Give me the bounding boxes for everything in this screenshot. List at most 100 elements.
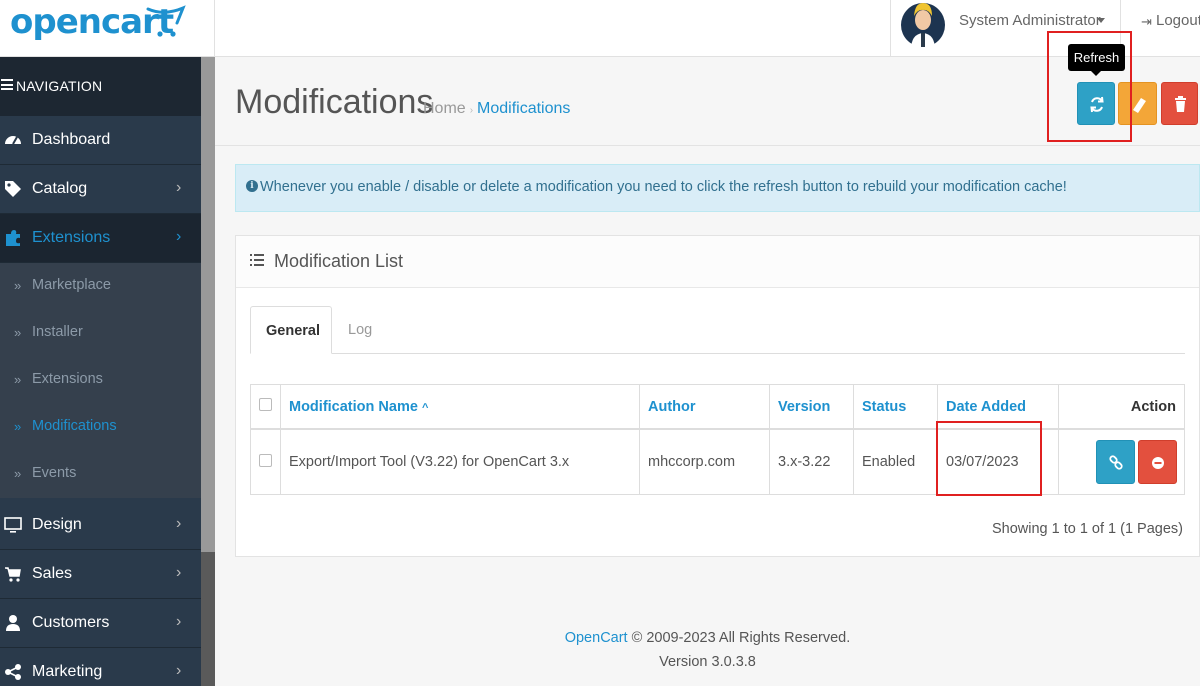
sidebar-subitem-installer[interactable]: » Installer [0, 310, 201, 357]
sidebar-item-label: Catalog [32, 180, 88, 197]
table-cell-version: 3.x-3.22 [770, 430, 854, 494]
sidebar-item-design[interactable]: Design › [0, 501, 201, 550]
sidebar-subitem-label: Installer [32, 324, 83, 340]
page-header: Modifications Home › Modifications Refre… [215, 31, 1200, 146]
bars-icon [1, 79, 13, 90]
sidebar-item-dashboard[interactable]: Dashboard [0, 116, 201, 165]
table-cell-status: Enabled [854, 430, 938, 494]
table-header-name[interactable]: Modification Name ^ [281, 385, 640, 430]
user-icon [6, 615, 20, 631]
link-icon [1109, 455, 1123, 470]
footer: OpenCart © 2009-2023 All Rights Reserved… [215, 630, 1200, 646]
sidebar-subitem-events[interactable]: » Events [0, 451, 201, 498]
chevron-right-icon: › [176, 564, 182, 581]
sidebar-item-label: Sales [32, 565, 73, 582]
sidebar-subitem-marketplace[interactable]: » Marketplace [0, 263, 201, 310]
tab-log[interactable]: Log [335, 306, 385, 354]
footer-copyright: © 2009-2023 All Rights Reserved. [627, 630, 851, 646]
table-cell-author: mhccorp.com [640, 430, 770, 494]
sidebar-item-customers[interactable]: Customers › [0, 599, 201, 648]
column-header-label: Author [648, 399, 696, 415]
chevron-right-icon: › [176, 228, 182, 245]
sort-ascending-icon: ^ [421, 402, 429, 414]
column-header-label: Action [1130, 399, 1176, 415]
modification-name: Export/Import Tool (V3.22) for OpenCart … [289, 454, 570, 470]
sidebar-subitem-label: Modifications [32, 418, 117, 434]
list-icon [250, 254, 264, 266]
sidebar-item-label: Customers [32, 614, 110, 631]
caret-down-icon [1097, 18, 1105, 23]
sidebar-item-catalog[interactable]: Catalog › [0, 165, 201, 214]
sidebar: NAVIGATION Dashboard Catalog › Extension… [0, 57, 215, 686]
sidebar-subitem-label: Events [32, 465, 77, 481]
trash-icon [1175, 96, 1186, 112]
highlight-box-refresh [1047, 31, 1132, 142]
panel-heading: Modification List [236, 236, 1199, 288]
table-header-author[interactable]: Author [640, 385, 770, 430]
row-checkbox[interactable] [259, 454, 272, 467]
sidebar-scrollbar[interactable] [201, 57, 215, 686]
cart-icon [5, 567, 21, 582]
page-title: Modifications [235, 83, 434, 121]
column-header-label: Status [862, 399, 907, 415]
highlight-box-date [936, 421, 1042, 496]
table-header-status[interactable]: Status [854, 385, 938, 430]
table-header-select [251, 385, 281, 430]
chevron-right-icon: › [176, 515, 182, 532]
share-icon [5, 664, 21, 680]
uninstall-button[interactable] [1138, 440, 1177, 484]
sign-out-icon: ⇥ [1141, 14, 1152, 29]
table-row-select [251, 430, 281, 494]
column-header-label: Date Added [946, 399, 1027, 415]
minus-circle-icon [1152, 457, 1164, 469]
monitor-icon [4, 517, 22, 533]
link-button[interactable] [1096, 440, 1135, 484]
breadcrumb-current[interactable]: Modifications [477, 100, 570, 117]
chevron-right-icon: › [176, 662, 182, 679]
sidebar-item-sales[interactable]: Sales › [0, 550, 201, 599]
chevron-right-icon: › [176, 179, 182, 196]
modification-version: 3.x-3.22 [778, 454, 831, 470]
sidebar-item-marketing[interactable]: Marketing › [0, 648, 201, 686]
dashboard-icon [5, 136, 21, 145]
main-content: Modifications Home › Modifications Refre… [215, 31, 1200, 686]
puzzle-icon [6, 230, 20, 246]
tab-bar: General Log [250, 306, 1185, 354]
sidebar-item-extensions[interactable]: Extensions › [0, 214, 201, 263]
breadcrumb-home[interactable]: Home [423, 100, 466, 117]
breadcrumb: Home › Modifications [423, 100, 570, 118]
logo-cart-icon [146, 5, 186, 37]
modification-status: Enabled [862, 454, 916, 470]
double-angle-right-icon: » [14, 278, 22, 293]
info-circle-icon: i [246, 180, 258, 192]
tags-icon [5, 181, 21, 197]
tab-general[interactable]: General [250, 306, 332, 354]
footer-version: Version 3.0.3.8 [659, 654, 756, 670]
sidebar-item-label: Marketing [32, 663, 103, 680]
opencart-logo[interactable]: opencart [0, 0, 215, 57]
select-all-checkbox[interactable] [259, 398, 272, 411]
double-angle-right-icon: » [14, 466, 22, 481]
sidebar-item-label: Dashboard [32, 131, 111, 148]
top-header: opencart System Administrator ⇥ Logout [0, 0, 1200, 57]
double-angle-right-icon: » [14, 419, 22, 434]
sidebar-subitem-label: Marketplace [32, 277, 111, 293]
modification-list-panel: Modification List General Log Modificati… [235, 235, 1200, 557]
navigation-heading-label: NAVIGATION [16, 78, 103, 94]
delete-button[interactable] [1161, 82, 1198, 125]
pagination-text: Showing 1 to 1 of 1 (1 Pages) [991, 521, 1183, 537]
breadcrumb-separator-icon: › [469, 105, 474, 116]
scrollbar-thumb[interactable] [201, 57, 215, 552]
footer-brand-link[interactable]: OpenCart [565, 630, 628, 646]
logout-link[interactable]: ⇥ Logout [1120, 0, 1200, 57]
avatar [901, 3, 945, 50]
sidebar-subitem-extensions[interactable]: » Extensions [0, 357, 201, 404]
tab-label: General [266, 323, 320, 339]
column-header-label: Modification Name ^ [289, 399, 428, 415]
table-header-action: Action [1059, 385, 1184, 430]
sidebar-subitem-modifications[interactable]: » Modifications [0, 404, 201, 451]
navigation-heading[interactable]: NAVIGATION [0, 57, 201, 116]
panel-title: Modification List [274, 251, 404, 271]
double-angle-right-icon: » [14, 325, 22, 340]
table-header-version[interactable]: Version [770, 385, 854, 430]
